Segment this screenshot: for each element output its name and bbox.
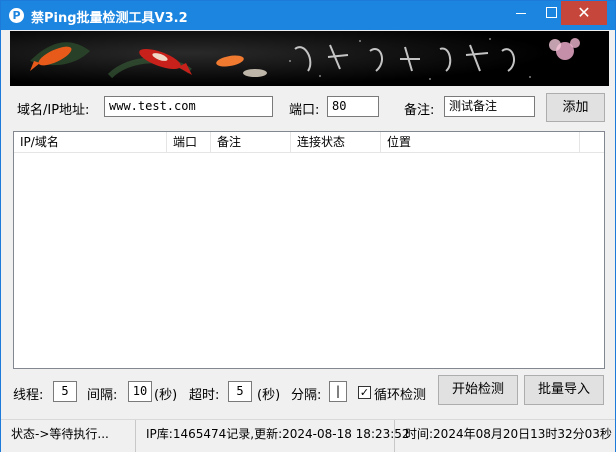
domain-label: 域名/IP地址:: [17, 103, 90, 118]
koi-fish-banner-icon: [10, 31, 609, 86]
close-button[interactable]: ✕: [561, 1, 607, 25]
note-label: 备注:: [404, 103, 435, 118]
interval-label: 间隔:: [87, 388, 118, 403]
loop-check-checkbox[interactable]: ✓: [358, 386, 371, 399]
timeout-input[interactable]: 5: [228, 381, 252, 402]
timeout-unit: (秒): [257, 388, 281, 403]
domain-input[interactable]: www.test.com: [104, 96, 273, 117]
interval-input[interactable]: 10: [128, 381, 152, 402]
column-header-host[interactable]: IP/域名: [14, 132, 167, 152]
start-check-button[interactable]: 开始检测: [438, 375, 518, 405]
threads-input[interactable]: 5: [53, 381, 77, 402]
status-bar: 状态->等待执行... IP库:1465474记录,更新:2024-08-18 …: [1, 419, 615, 452]
checkmark-icon: ✓: [359, 386, 370, 399]
status-time: 时间:2024年08月20日13时32分03秒: [394, 420, 614, 452]
interval-unit: (秒): [154, 388, 178, 403]
column-header-location[interactable]: 位置: [381, 132, 580, 152]
loop-check-label[interactable]: 循环检测: [374, 384, 426, 403]
port-label: 端口:: [289, 103, 320, 118]
separator-input[interactable]: |: [329, 381, 347, 402]
app-logo-icon: P: [9, 8, 24, 23]
column-header-status[interactable]: 连接状态: [291, 132, 381, 152]
threads-label: 线程:: [13, 388, 44, 403]
column-header-note[interactable]: 备注: [211, 132, 291, 152]
port-input[interactable]: 80: [327, 96, 379, 117]
timeout-label: 超时:: [189, 388, 220, 403]
banner-image: [10, 31, 609, 86]
add-button[interactable]: 添加: [546, 93, 605, 122]
table-header: IP/域名 端口 备注 连接状态 位置: [14, 132, 604, 153]
batch-import-button[interactable]: 批量导入: [524, 375, 604, 405]
separator-label: 分隔:: [291, 388, 322, 403]
minimize-button[interactable]: [506, 1, 536, 25]
window-title: 禁Ping批量检测工具V3.2: [31, 11, 188, 26]
status-ip-database: IP库:1465474记录,更新:2024-08-18 18:23:52: [135, 420, 410, 452]
app-window: P 禁Ping批量检测工具V3.2 ✕ 域名/IP地址: www.test.co…: [0, 0, 616, 452]
results-table[interactable]: IP/域名 端口 备注 连接状态 位置: [13, 131, 605, 369]
title-bar[interactable]: P 禁Ping批量检测工具V3.2 ✕: [1, 1, 615, 30]
column-header-port[interactable]: 端口: [167, 132, 211, 152]
note-input[interactable]: 测试备注: [444, 96, 535, 117]
status-state: 状态->等待执行...: [11, 427, 109, 441]
